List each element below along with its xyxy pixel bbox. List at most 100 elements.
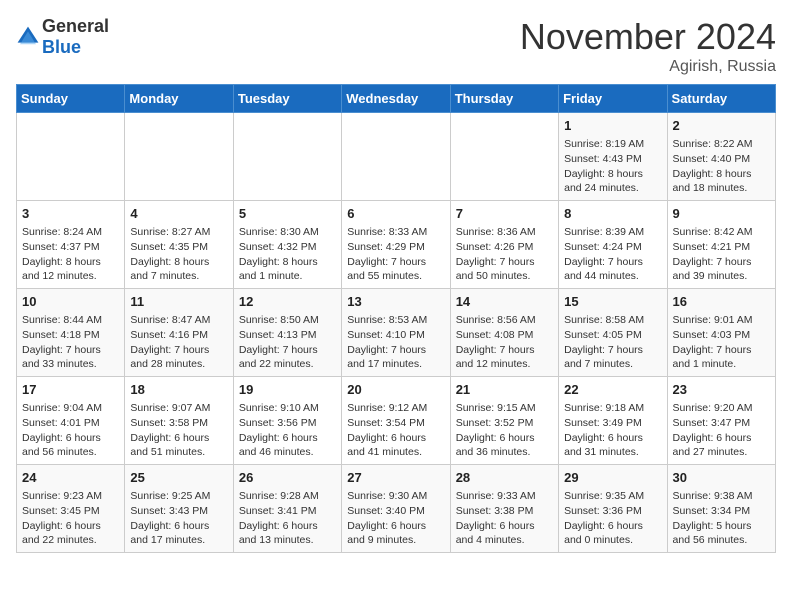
calendar-cell: 12Sunrise: 8:50 AMSunset: 4:13 PMDayligh…: [233, 289, 341, 377]
day-info: Sunrise: 9:07 AMSunset: 3:58 PMDaylight:…: [130, 401, 227, 460]
day-info: Sunrise: 8:19 AMSunset: 4:43 PMDaylight:…: [564, 137, 661, 196]
day-number: 5: [239, 205, 336, 223]
day-number: 4: [130, 205, 227, 223]
calendar-cell: 13 Sunrise: 8:53 AMSunset: 4:10 PMDayligh…: [342, 289, 450, 377]
day-number: 25: [130, 469, 227, 487]
calendar-cell: 23 Sunrise: 9:20 AMSunset: 3:47 PMDayligh…: [667, 377, 775, 465]
day-number: 21: [456, 381, 553, 399]
day-info: Sunrise: 9:10 AMSunset: 3:56 PMDaylight:…: [239, 401, 336, 460]
calendar-cell: 27Sunrise: 9:30 AMSunset: 3:40 PMDayligh…: [342, 465, 450, 553]
calendar-cell: 3Sunrise: 8:24 AMSunset: 4:37 PMDaylight…: [17, 201, 125, 289]
day-info: Sunrise: 9:28 AMSunset: 3:41 PMDaylight:…: [239, 489, 336, 548]
day-number: 7: [456, 205, 553, 223]
calendar-cell: 10Sunrise: 8:44 AMSunset: 4:18 PMDayligh…: [17, 289, 125, 377]
page-header: General Blue November 2024 Agirish, Russ…: [16, 16, 776, 76]
week-row-3: 10Sunrise: 8:44 AMSunset: 4:18 PMDayligh…: [17, 289, 776, 377]
day-info: Sunrise: 9:35 AMSunset: 3:36 PMDaylight:…: [564, 489, 661, 548]
calendar-cell: 15 Sunrise: 8:58 AMSunset: 4:05 PMDayligh…: [559, 289, 667, 377]
day-info: Sunrise: 8:44 AMSunset: 4:18 PMDaylight:…: [22, 313, 119, 372]
day-info: Sunrise: 8:22 AMSunset: 4:40 PMDaylight:…: [673, 137, 770, 196]
day-number: 22: [564, 381, 661, 399]
calendar-cell: 24Sunrise: 9:23 AMSunset: 3:45 PMDayligh…: [17, 465, 125, 553]
location: Agirish, Russia: [520, 58, 776, 76]
calendar-cell: 9 Sunrise: 8:42 AMSunset: 4:21 PMDaylight…: [667, 201, 775, 289]
calendar-cell: 5 Sunrise: 8:30 AMSunset: 4:32 PMDaylight…: [233, 201, 341, 289]
calendar-cell: 19Sunrise: 9:10 AMSunset: 3:56 PMDayligh…: [233, 377, 341, 465]
day-number: 26: [239, 469, 336, 487]
day-number: 12: [239, 293, 336, 311]
day-info: Sunrise: 8:33 AMSunset: 4:29 PMDaylight:…: [347, 225, 444, 284]
calendar-cell: 2Sunrise: 8:22 AMSunset: 4:40 PMDaylight…: [667, 113, 775, 201]
day-number: 30: [673, 469, 770, 487]
calendar-cell: 1 Sunrise: 8:19 AMSunset: 4:43 PMDaylight…: [559, 113, 667, 201]
day-number: 11: [130, 293, 227, 311]
day-number: 23: [673, 381, 770, 399]
day-info: Sunrise: 8:53 AMSunset: 4:10 PMDaylight:…: [347, 313, 444, 372]
day-info: Sunrise: 9:38 AMSunset: 3:34 PMDaylight:…: [673, 489, 770, 548]
day-number: 6: [347, 205, 444, 223]
logo: General Blue: [16, 16, 109, 58]
weekday-header-friday: Friday: [559, 85, 667, 113]
day-number: 9: [673, 205, 770, 223]
calendar-cell: 29 Sunrise: 9:35 AMSunset: 3:36 PMDayligh…: [559, 465, 667, 553]
weekday-header-monday: Monday: [125, 85, 233, 113]
day-number: 24: [22, 469, 119, 487]
calendar-cell: 20 Sunrise: 9:12 AMSunset: 3:54 PMDayligh…: [342, 377, 450, 465]
calendar-cell: 8Sunrise: 8:39 AMSunset: 4:24 PMDaylight…: [559, 201, 667, 289]
day-info: Sunrise: 8:58 AMSunset: 4:05 PMDaylight:…: [564, 313, 661, 372]
calendar-cell: 14 Sunrise: 8:56 AMSunset: 4:08 PMDayligh…: [450, 289, 558, 377]
day-number: 14: [456, 293, 553, 311]
day-info: Sunrise: 9:25 AMSunset: 3:43 PMDaylight:…: [130, 489, 227, 548]
calendar-cell: [125, 113, 233, 201]
calendar-cell: 11Sunrise: 8:47 AMSunset: 4:16 PMDayligh…: [125, 289, 233, 377]
calendar-cell: 6 Sunrise: 8:33 AMSunset: 4:29 PMDaylight…: [342, 201, 450, 289]
calendar-cell: [342, 113, 450, 201]
day-number: 8: [564, 205, 661, 223]
week-row-2: 3Sunrise: 8:24 AMSunset: 4:37 PMDaylight…: [17, 201, 776, 289]
week-row-1: 1 Sunrise: 8:19 AMSunset: 4:43 PMDaylight…: [17, 113, 776, 201]
weekday-header-tuesday: Tuesday: [233, 85, 341, 113]
day-number: 15: [564, 293, 661, 311]
day-info: Sunrise: 8:30 AMSunset: 4:32 PMDaylight:…: [239, 225, 336, 284]
calendar-cell: [17, 113, 125, 201]
day-info: Sunrise: 8:36 AMSunset: 4:26 PMDaylight:…: [456, 225, 553, 284]
day-number: 18: [130, 381, 227, 399]
calendar-table: SundayMondayTuesdayWednesdayThursdayFrid…: [16, 84, 776, 553]
calendar-cell: 30 Sunrise: 9:38 AMSunset: 3:34 PMDayligh…: [667, 465, 775, 553]
calendar-cell: 7 Sunrise: 8:36 AMSunset: 4:26 PMDaylight…: [450, 201, 558, 289]
calendar-cell: [233, 113, 341, 201]
day-info: Sunrise: 8:56 AMSunset: 4:08 PMDaylight:…: [456, 313, 553, 372]
day-info: Sunrise: 9:20 AMSunset: 3:47 PMDaylight:…: [673, 401, 770, 460]
weekday-header-saturday: Saturday: [667, 85, 775, 113]
week-row-5: 24Sunrise: 9:23 AMSunset: 3:45 PMDayligh…: [17, 465, 776, 553]
calendar-cell: 4 Sunrise: 8:27 AMSunset: 4:35 PMDaylight…: [125, 201, 233, 289]
calendar-cell: 17Sunrise: 9:04 AMSunset: 4:01 PMDayligh…: [17, 377, 125, 465]
day-number: 29: [564, 469, 661, 487]
day-number: 13: [347, 293, 444, 311]
day-number: 20: [347, 381, 444, 399]
calendar-cell: 21 Sunrise: 9:15 AMSunset: 3:52 PMDayligh…: [450, 377, 558, 465]
calendar-cell: 16Sunrise: 9:01 AMSunset: 4:03 PMDayligh…: [667, 289, 775, 377]
weekday-header-thursday: Thursday: [450, 85, 558, 113]
day-number: 1: [564, 117, 661, 135]
day-number: 17: [22, 381, 119, 399]
day-info: Sunrise: 8:24 AMSunset: 4:37 PMDaylight:…: [22, 225, 119, 284]
day-info: Sunrise: 9:12 AMSunset: 3:54 PMDaylight:…: [347, 401, 444, 460]
day-info: Sunrise: 8:27 AMSunset: 4:35 PMDaylight:…: [130, 225, 227, 284]
day-info: Sunrise: 9:33 AMSunset: 3:38 PMDaylight:…: [456, 489, 553, 548]
day-info: Sunrise: 8:42 AMSunset: 4:21 PMDaylight:…: [673, 225, 770, 284]
calendar-cell: 28 Sunrise: 9:33 AMSunset: 3:38 PMDayligh…: [450, 465, 558, 553]
day-number: 16: [673, 293, 770, 311]
weekday-header-sunday: Sunday: [17, 85, 125, 113]
day-info: Sunrise: 9:15 AMSunset: 3:52 PMDaylight:…: [456, 401, 553, 460]
month-title: November 2024: [520, 16, 776, 58]
day-number: 28: [456, 469, 553, 487]
title-block: November 2024 Agirish, Russia: [520, 16, 776, 76]
logo-icon: [16, 25, 40, 49]
calendar-cell: 25 Sunrise: 9:25 AMSunset: 3:43 PMDayligh…: [125, 465, 233, 553]
weekday-header-wednesday: Wednesday: [342, 85, 450, 113]
calendar-cell: [450, 113, 558, 201]
weekday-header-row: SundayMondayTuesdayWednesdayThursdayFrid…: [17, 85, 776, 113]
day-number: 27: [347, 469, 444, 487]
week-row-4: 17Sunrise: 9:04 AMSunset: 4:01 PMDayligh…: [17, 377, 776, 465]
